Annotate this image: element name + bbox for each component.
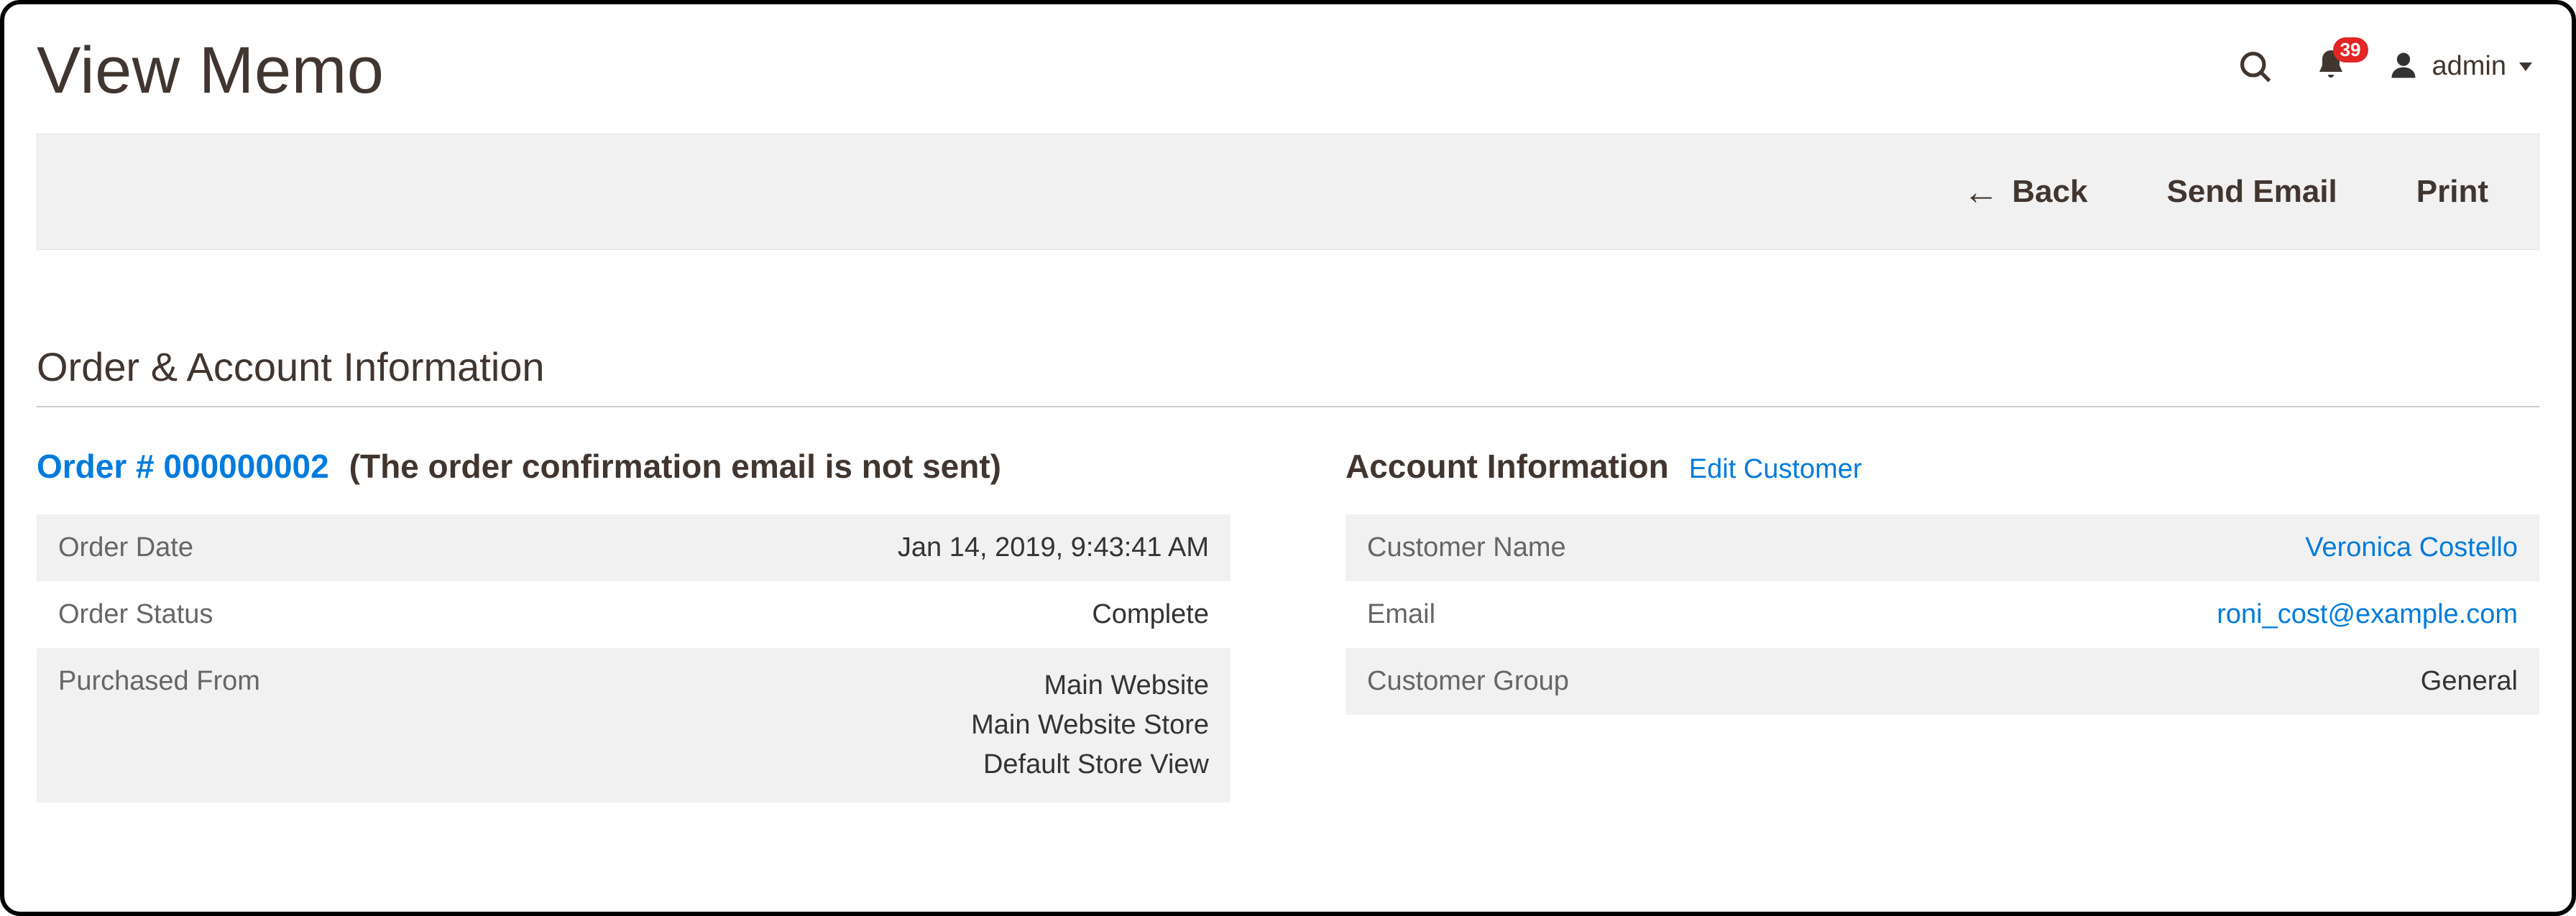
table-row: Customer Group General (1346, 648, 2539, 715)
action-bar: ← Back Send Email Print (37, 134, 2539, 250)
user-menu[interactable]: admin (2388, 49, 2533, 84)
account-info-panel: Account Information Edit Customer Custom… (1346, 447, 2539, 802)
purchased-from-line-2: Main Website Store (546, 705, 1209, 745)
account-info-table: Customer Name Veronica Costello Email ro… (1346, 514, 2539, 715)
page-title: View Memo (37, 33, 384, 108)
section-title: Order & Account Information (37, 343, 2539, 407)
customer-name-link[interactable]: Veronica Costello (2305, 532, 2518, 563)
table-row: Customer Name Veronica Costello (1346, 514, 2539, 581)
page-frame: View Memo 39 (0, 0, 2576, 916)
send-email-label: Send Email (2167, 174, 2337, 210)
order-email-note: (The order confirmation email is not sen… (349, 447, 1001, 486)
print-button[interactable]: Print (2416, 174, 2488, 210)
order-number-link[interactable]: Order # 000000002 (37, 447, 329, 486)
table-row: Purchased From Main Website Main Website… (37, 648, 1230, 802)
purchased-from-value: Main Website Main Website Store Default … (525, 648, 1230, 802)
page-header: View Memo 39 (37, 26, 2539, 134)
notifications-button[interactable]: 39 (2314, 47, 2348, 85)
notification-badge: 39 (2333, 37, 2368, 63)
order-date-label: Order Date (37, 514, 525, 581)
order-status-value: Complete (525, 581, 1230, 648)
purchased-from-label: Purchased From (37, 648, 525, 802)
purchased-from-line-1: Main Website (546, 666, 1209, 705)
order-date-value: Jan 14, 2019, 9:43:41 AM (525, 514, 1230, 581)
search-icon[interactable] (2237, 48, 2274, 85)
email-label: Email (1346, 581, 1842, 648)
order-info-panel: Order # 000000002 (The order confirmatio… (37, 447, 1230, 802)
info-columns: Order # 000000002 (The order confirmatio… (37, 447, 2539, 802)
edit-customer-link[interactable]: Edit Customer (1689, 454, 1862, 485)
table-row: Email roni_cost@example.com (1346, 581, 2539, 648)
customer-group-value: General (1842, 648, 2539, 715)
order-info-table: Order Date Jan 14, 2019, 9:43:41 AM Orde… (37, 514, 1230, 802)
account-heading-label: Account Information (1346, 447, 1669, 486)
send-email-button[interactable]: Send Email (2167, 174, 2337, 210)
customer-group-label: Customer Group (1346, 648, 1842, 715)
table-row: Order Date Jan 14, 2019, 9:43:41 AM (37, 514, 1230, 581)
account-heading: Account Information Edit Customer (1346, 447, 2539, 486)
customer-name-label: Customer Name (1346, 514, 1842, 581)
arrow-left-icon: ← (1963, 174, 1999, 210)
back-button-label: Back (2012, 174, 2087, 210)
print-label: Print (2416, 174, 2488, 210)
user-name-label: admin (2432, 51, 2507, 82)
user-icon (2388, 49, 2419, 84)
customer-name-value: Veronica Costello (1842, 514, 2539, 581)
email-link[interactable]: roni_cost@example.com (2217, 599, 2518, 629)
purchased-from-line-3: Default Store View (546, 745, 1209, 785)
order-status-label: Order Status (37, 581, 525, 648)
order-heading: Order # 000000002 (The order confirmatio… (37, 447, 1230, 486)
chevron-down-icon (2519, 63, 2532, 71)
table-row: Order Status Complete (37, 581, 1230, 648)
back-button[interactable]: ← Back (1963, 174, 2087, 210)
email-value: roni_cost@example.com (1842, 581, 2539, 648)
header-actions: 39 admin (2237, 33, 2540, 85)
